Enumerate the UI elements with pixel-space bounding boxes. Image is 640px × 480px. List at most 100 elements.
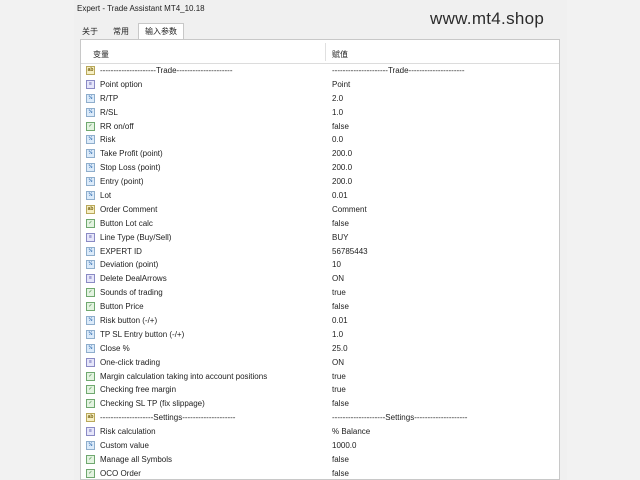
parameter-name: Risk calculation — [100, 427, 156, 437]
parameter-value[interactable]: 10 — [332, 260, 341, 269]
parameter-value[interactable]: 200.0 — [332, 177, 352, 186]
parameter-name: Sounds of trading — [100, 288, 163, 298]
parameter-name: Close % — [100, 343, 130, 353]
table-row[interactable]: ✓ RR on/off false — [81, 120, 559, 134]
bool-icon: ✓ — [86, 399, 95, 409]
parameter-value[interactable]: 1.0 — [332, 108, 343, 117]
table-row[interactable]: ½ Entry (point) 200.0 — [81, 175, 559, 189]
number-icon: ½ — [86, 149, 95, 159]
parameter-value[interactable]: false — [332, 302, 349, 311]
parameter-name: Order Comment — [100, 204, 158, 214]
parameter-value[interactable]: true — [332, 288, 346, 297]
table-row[interactable]: ½ Lot 0.01 — [81, 189, 559, 203]
number-icon: ½ — [86, 93, 95, 103]
table-row[interactable]: ab Order Comment Comment — [81, 203, 559, 217]
table-row[interactable]: ≡ Risk calculation % Balance — [81, 425, 559, 439]
number-icon: ½ — [86, 260, 95, 270]
parameter-value[interactable]: ON — [332, 358, 344, 367]
enum-icon: ≡ — [86, 357, 95, 367]
parameter-value[interactable]: false — [332, 469, 349, 478]
table-row[interactable]: ½ TP SL Entry button (-/+) 1.0 — [81, 328, 559, 342]
column-divider[interactable] — [325, 43, 326, 61]
parameter-value[interactable]: false — [332, 455, 349, 464]
parameter-value[interactable]: 0.01 — [332, 191, 348, 200]
parameter-value[interactable]: --------------------Settings------------… — [332, 413, 467, 422]
bool-icon: ✓ — [86, 121, 95, 131]
table-row[interactable]: ½ Take Profit (point) 200.0 — [81, 147, 559, 161]
table-row[interactable]: ½ Risk 0.0 — [81, 133, 559, 147]
parameter-value[interactable]: false — [332, 219, 349, 228]
parameter-value[interactable]: ON — [332, 274, 344, 283]
parameter-name: EXPERT ID — [100, 246, 142, 256]
table-row[interactable]: ✓ Margin calculation taking into account … — [81, 370, 559, 384]
parameter-value[interactable]: Comment — [332, 205, 367, 214]
number-icon: ½ — [86, 135, 95, 145]
parameter-name: Stop Loss (point) — [100, 163, 161, 173]
column-header-value[interactable]: 赋值 — [332, 49, 348, 60]
table-row[interactable]: ✓ Button Lot calc false — [81, 217, 559, 231]
parameter-value[interactable]: false — [332, 122, 349, 131]
tab-inputs[interactable]: 输入参数 — [138, 23, 184, 39]
table-row[interactable]: ≡ One-click trading ON — [81, 356, 559, 370]
table-row[interactable]: ✓ Button Price false — [81, 300, 559, 314]
bool-icon: ✓ — [86, 468, 95, 478]
parameter-value[interactable]: % Balance — [332, 427, 370, 436]
table-row[interactable]: ab ---------------------Trade------------… — [81, 64, 559, 78]
parameter-name: Take Profit (point) — [100, 149, 163, 159]
table-row[interactable]: ≡ Point option Point — [81, 78, 559, 92]
table-row[interactable]: ✓ Checking SL TP (fix slippage) false — [81, 397, 559, 411]
table-row[interactable]: ½ Risk button (-/+) 0.01 — [81, 314, 559, 328]
table-row[interactable]: ab --------------------Settings----------… — [81, 411, 559, 425]
table-row[interactable]: ½ Deviation (point) 10 — [81, 258, 559, 272]
parameter-value[interactable]: true — [332, 372, 346, 381]
bool-icon: ✓ — [86, 218, 95, 228]
parameter-name: ---------------------Trade--------------… — [100, 66, 233, 75]
parameter-value[interactable]: 56785443 — [332, 247, 368, 256]
left-background — [0, 0, 74, 480]
table-row[interactable]: ½ R/SL 1.0 — [81, 106, 559, 120]
text-icon: ab — [86, 204, 95, 214]
tab-about[interactable]: 关于 — [76, 25, 104, 38]
window-title: Expert - Trade Assistant MT4_10.18 — [77, 4, 205, 13]
inputs-table: 变量 赋值 ab ---------------------Trade------… — [80, 39, 560, 480]
table-row[interactable]: ½ Close % 25.0 — [81, 342, 559, 356]
parameter-value[interactable]: 2.0 — [332, 94, 343, 103]
parameter-value[interactable]: 1000.0 — [332, 441, 356, 450]
table-row[interactable]: ✓ Sounds of trading true — [81, 286, 559, 300]
parameter-value[interactable]: ---------------------Trade--------------… — [332, 66, 465, 75]
table-row[interactable]: ≡ Line Type (Buy/Sell) BUY — [81, 231, 559, 245]
parameter-name: Custom value — [100, 441, 149, 451]
parameter-name: Margin calculation taking into account p… — [100, 371, 268, 381]
parameter-name: Button Price — [100, 302, 144, 312]
tab-common[interactable]: 常用 — [107, 25, 135, 38]
parameter-value[interactable]: 1.0 — [332, 330, 343, 339]
column-header-variable[interactable]: 变量 — [93, 49, 109, 60]
parameter-name: Point option — [100, 79, 143, 89]
table-row[interactable]: ✓ Checking free margin true — [81, 383, 559, 397]
parameter-name: RR on/off — [100, 121, 134, 131]
table-row[interactable]: ✓ OCO Order false — [81, 467, 559, 479]
parameter-name: Risk — [100, 135, 116, 145]
table-row[interactable]: ½ R/TP 2.0 — [81, 92, 559, 106]
table-row[interactable]: ½ EXPERT ID 56785443 — [81, 245, 559, 259]
number-icon: ½ — [86, 246, 95, 256]
parameter-name: R/TP — [100, 93, 119, 103]
table-row[interactable]: ½ Custom value 1000.0 — [81, 439, 559, 453]
table-row[interactable]: ½ Stop Loss (point) 200.0 — [81, 161, 559, 175]
parameter-value[interactable]: false — [332, 399, 349, 408]
parameter-value[interactable]: 25.0 — [332, 344, 348, 353]
parameter-value[interactable]: 200.0 — [332, 149, 352, 158]
parameter-value[interactable]: Point — [332, 80, 350, 89]
parameter-value[interactable]: true — [332, 385, 346, 394]
parameter-name: Manage all Symbols — [100, 454, 173, 464]
table-row[interactable]: ✓ Manage all Symbols false — [81, 453, 559, 467]
number-icon: ½ — [86, 177, 95, 187]
parameter-value[interactable]: 0.0 — [332, 135, 343, 144]
enum-icon: ≡ — [86, 274, 95, 284]
parameter-value[interactable]: 0.01 — [332, 316, 348, 325]
parameter-value[interactable]: BUY — [332, 233, 348, 242]
parameter-name: Deviation (point) — [100, 260, 159, 270]
parameter-value[interactable]: 200.0 — [332, 163, 352, 172]
bool-icon: ✓ — [86, 288, 95, 298]
table-row[interactable]: ≡ Delete DealArrows ON — [81, 272, 559, 286]
